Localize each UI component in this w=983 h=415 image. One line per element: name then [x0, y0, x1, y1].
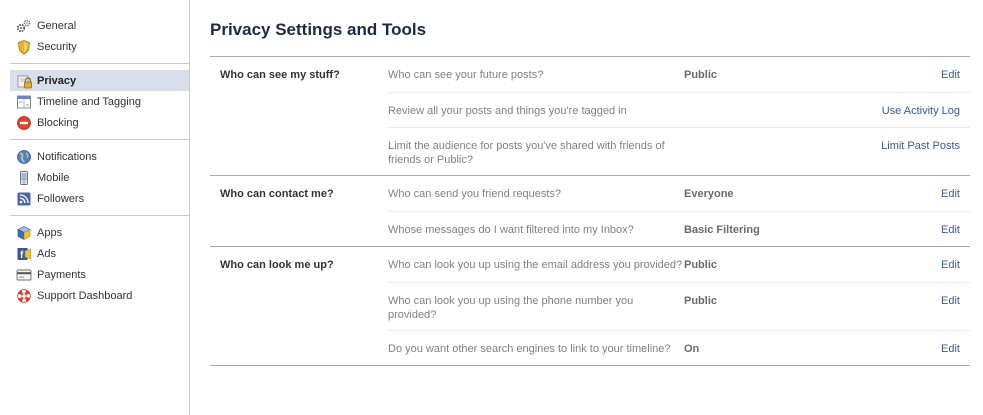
sidebar-item-label: Payments [37, 268, 86, 281]
lock-icon [16, 73, 32, 89]
card-icon [16, 267, 32, 283]
setting-row-friend-requests: Who can send you friend requests? Everyo… [388, 176, 970, 211]
sidebar-item-label: Security [37, 40, 77, 53]
setting-value: On [684, 343, 700, 355]
setting-row-review-posts: Review all your posts and things you're … [388, 92, 970, 127]
edit-link[interactable]: Edit [834, 187, 970, 203]
sidebar-item-mobile[interactable]: Mobile [10, 167, 189, 188]
setting-question: Limit the audience for posts you've shar… [388, 140, 665, 166]
settings-sidebar: General Security Privacy Timeline and Ta… [0, 0, 190, 415]
globe-icon [16, 149, 32, 165]
sidebar-item-label: Mobile [37, 171, 70, 184]
sidebar-item-general[interactable]: General [0, 15, 189, 36]
sidebar-item-notifications[interactable]: Notifications [10, 146, 189, 167]
setting-value: Everyone [684, 188, 734, 200]
nav-group-privacy: Privacy Timeline and Tagging Blocking [10, 63, 189, 139]
edit-link[interactable]: Edit [834, 342, 970, 357]
sidebar-item-label: Privacy [37, 74, 77, 87]
setting-value: Public [684, 69, 718, 81]
settings-page: General Security Privacy Timeline and Ta… [0, 0, 983, 415]
section-who-can-see-my-stuff: Who can see my stuff? Who can see your f… [210, 57, 970, 176]
apps-icon [16, 225, 32, 241]
settings-rows: Who can see your future posts? Public Ed… [388, 57, 970, 175]
shield-icon [16, 39, 32, 55]
sidebar-item-privacy[interactable]: Privacy [10, 70, 189, 91]
sidebar-item-payments[interactable]: Payments [10, 264, 189, 285]
setting-row-limit-audience: Limit the audience for posts you've shar… [388, 127, 970, 175]
sidebar-item-label: Blocking [37, 116, 79, 129]
setting-value: Basic Filtering [684, 224, 760, 236]
setting-question: Review all your posts and things you're … [388, 105, 627, 117]
setting-question: Who can look you up using the phone numb… [388, 295, 634, 321]
edit-link[interactable]: Edit [834, 68, 970, 84]
sidebar-item-ads[interactable]: f Ads [10, 243, 189, 264]
privacy-settings-panel: Privacy Settings and Tools Who can see m… [210, 0, 970, 366]
sidebar-item-label: Apps [37, 226, 63, 239]
setting-question: Whose messages do I want filtered into m… [388, 224, 634, 236]
setting-question: Who can look you up using the email addr… [388, 259, 683, 271]
section-who-can-contact-me: Who can contact me? Who can send you fri… [210, 176, 970, 247]
section-title: Who can see my stuff? [220, 69, 340, 81]
sidebar-item-followers[interactable]: Followers [10, 188, 189, 209]
edit-link[interactable]: Edit [834, 294, 970, 322]
setting-value [684, 139, 834, 167]
setting-value [684, 104, 834, 119]
setting-question: Who can send you friend requests? [388, 188, 562, 200]
setting-row-phone-lookup: Who can look you up using the phone numb… [388, 282, 970, 330]
sidebar-item-blocking[interactable]: Blocking [10, 112, 189, 133]
setting-row-message-filtering: Whose messages do I want filtered into m… [388, 211, 970, 246]
sidebar-item-label: Followers [37, 192, 85, 205]
gears-icon [16, 18, 32, 34]
setting-row-search-engines: Do you want other search engines to link… [388, 330, 970, 365]
sidebar-item-label: Support Dashboard [37, 289, 133, 302]
sidebar-item-label: General [37, 19, 77, 32]
nav-group-notifications: Notifications Mobile Followers [10, 139, 189, 215]
setting-question: Do you want other search engines to link… [388, 343, 671, 355]
settings-rows: Who can send you friend requests? Everyo… [388, 176, 970, 246]
page-title: Privacy Settings and Tools [210, 0, 970, 57]
nav-group-account: General Security [0, 0, 189, 63]
section-who-can-look-me-up: Who can look me up? Who can look you up … [210, 247, 970, 366]
setting-value: Public [684, 295, 718, 307]
lifebuoy-icon [16, 288, 32, 304]
edit-link[interactable]: Edit [834, 223, 970, 238]
use-activity-log-link[interactable]: Use Activity Log [834, 104, 970, 119]
nav-group-apps: Apps f Ads Payments Support Dashboard [10, 215, 189, 312]
section-title: Who can contact me? [220, 188, 334, 200]
section-title: Who can look me up? [220, 259, 334, 271]
sidebar-item-label: Ads [37, 247, 56, 260]
ads-icon: f [16, 246, 32, 262]
sidebar-item-timeline-and-tagging[interactable]: Timeline and Tagging [10, 91, 189, 112]
settings-rows: Who can look you up using the email addr… [388, 247, 970, 365]
block-icon [16, 115, 32, 131]
setting-question: Who can see your future posts? [388, 69, 544, 81]
setting-value: Public [684, 259, 718, 271]
setting-row-email-lookup: Who can look you up using the email addr… [388, 247, 970, 282]
sidebar-item-label: Notifications [37, 150, 97, 163]
timeline-icon [16, 94, 32, 110]
limit-past-posts-link[interactable]: Limit Past Posts [834, 139, 970, 167]
sidebar-item-security[interactable]: Security [0, 36, 189, 57]
sidebar-item-label: Timeline and Tagging [37, 95, 141, 108]
edit-link[interactable]: Edit [834, 258, 970, 274]
phone-icon [16, 170, 32, 186]
setting-row-future-posts: Who can see your future posts? Public Ed… [388, 57, 970, 92]
sidebar-item-support-dashboard[interactable]: Support Dashboard [10, 285, 189, 306]
sidebar-item-apps[interactable]: Apps [10, 222, 189, 243]
rss-icon [16, 191, 32, 207]
